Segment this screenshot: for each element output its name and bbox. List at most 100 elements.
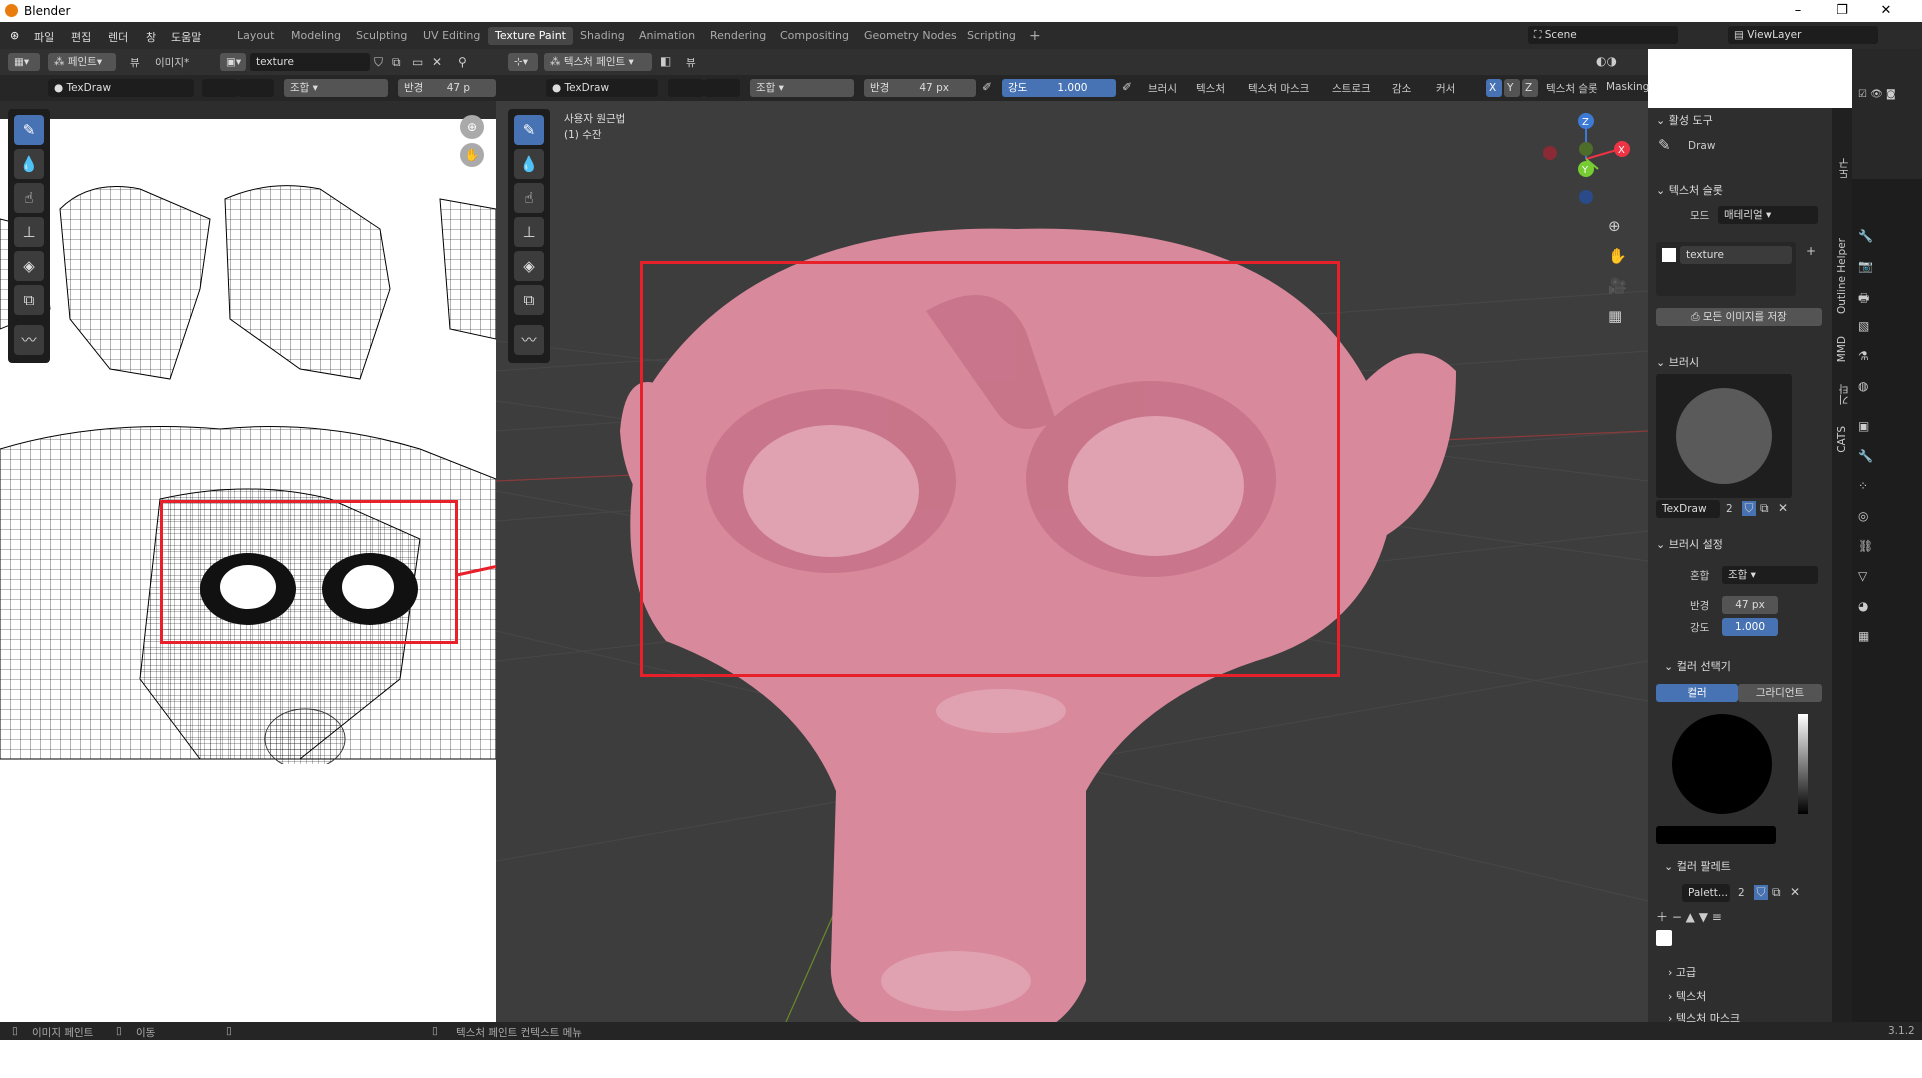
- texture-slot-list[interactable]: texture: [1656, 242, 1796, 296]
- brush-selector-viewport[interactable]: ● TexDraw: [546, 79, 658, 97]
- value-slider[interactable]: [1798, 714, 1808, 814]
- texture-slots-popover[interactable]: 텍스처 슬롯: [1546, 81, 1598, 96]
- strength-pressure-icon[interactable]: ✐: [1122, 80, 1132, 94]
- color-swatch-4[interactable]: [704, 79, 740, 97]
- brush-unlink-icon[interactable]: ✕: [1778, 501, 1788, 515]
- mirror-y-toggle[interactable]: Y: [1504, 79, 1520, 97]
- camera-icon-viewport[interactable]: 🎥: [1608, 277, 1627, 295]
- image-editor-canvas-area[interactable]: ✎ 💧 ☝ ⊥ ◈ ⧉ 〰 ⊕ ✋: [0, 101, 497, 770]
- current-color-swatch[interactable]: [1656, 826, 1776, 844]
- add-slot-icon[interactable]: +: [1806, 244, 1816, 258]
- image-name-field[interactable]: texture: [250, 53, 370, 71]
- zoom-icon-viewport[interactable]: ⊕: [1608, 217, 1621, 235]
- brush-fake-user-icon[interactable]: ⛉: [1742, 501, 1756, 516]
- palette-duplicate-icon[interactable]: ⧉: [1772, 885, 1781, 900]
- mask-tool-viewport[interactable]: ⧉: [514, 285, 544, 315]
- new-image-icon[interactable]: ⧉: [392, 55, 401, 70]
- menu-help[interactable]: 도움말: [171, 29, 201, 45]
- tab-texture-paint[interactable]: Texture Paint: [488, 27, 573, 45]
- palette-name-field[interactable]: Palett...: [1682, 884, 1730, 902]
- advanced-header[interactable]: › 고급: [1668, 964, 1696, 980]
- tab-geometry-nodes[interactable]: Geometry Nodes: [857, 27, 964, 45]
- constraints-tab-icon[interactable]: ⛓: [1858, 539, 1873, 553]
- pan-hand-icon-image[interactable]: ✋: [460, 143, 484, 167]
- outliner-row-visibility-icons[interactable]: ☑ 👁 ◙: [1858, 89, 1896, 100]
- texture-slots-header[interactable]: ⌄ 텍스처 슬롯: [1656, 182, 1723, 198]
- brush-duplicate-icon[interactable]: ⧉: [1760, 501, 1769, 516]
- color-swatch-2[interactable]: [238, 79, 274, 97]
- scene-selector[interactable]: ⛶ Scene: [1528, 26, 1678, 44]
- render-tab-icon[interactable]: 📷: [1858, 259, 1873, 273]
- tab-cats[interactable]: CATS: [1836, 426, 1848, 453]
- save-all-images-button[interactable]: ⎙ 모든 이미지를 저장: [1656, 308, 1822, 326]
- menu-falloff[interactable]: 감소: [1392, 81, 1411, 96]
- color-picker-header[interactable]: ⌄ 컬러 선택기: [1664, 658, 1731, 674]
- color-palette-header[interactable]: ⌄ 컬러 팔레트: [1664, 858, 1731, 874]
- menu-cursor[interactable]: 커서: [1436, 81, 1455, 96]
- scene-tab-icon[interactable]: ⚗: [1858, 349, 1869, 363]
- mask-tool-image[interactable]: ⧉: [14, 285, 44, 315]
- tab-scripting[interactable]: Scripting: [960, 27, 1023, 45]
- grid-view-icon-viewport[interactable]: ▦: [1608, 307, 1622, 325]
- blend-dropdown-viewport[interactable]: 조합 ▾: [750, 79, 854, 97]
- brush-panel-header[interactable]: ⌄ 브러시: [1656, 354, 1699, 370]
- masking-popover[interactable]: Masking: [1606, 81, 1649, 93]
- output-tab-icon[interactable]: 🖶: [1858, 289, 1869, 310]
- menu-file[interactable]: 파일: [34, 29, 54, 45]
- menu-render[interactable]: 렌더: [108, 29, 128, 45]
- slot-mode-dropdown[interactable]: 매테리얼 ▾: [1718, 206, 1818, 224]
- brush-name-field[interactable]: TexDraw: [1656, 500, 1720, 518]
- menu-stroke[interactable]: 스트로크: [1332, 81, 1371, 96]
- material-tab-icon[interactable]: ◕: [1858, 599, 1868, 613]
- modifier-tab-icon[interactable]: 🔧: [1858, 449, 1873, 463]
- tab-misc[interactable]: 기타: [1836, 384, 1851, 405]
- tab-animation[interactable]: Animation: [632, 27, 702, 45]
- fill-tool-viewport[interactable]: ◈: [514, 251, 544, 281]
- mirror-z-toggle[interactable]: Z: [1522, 79, 1538, 97]
- draw-tool-image[interactable]: ✎: [14, 115, 44, 145]
- menu-brush[interactable]: 브러시: [1148, 81, 1177, 96]
- clone-tool-image[interactable]: ⊥: [14, 217, 44, 247]
- tab-outline-helper[interactable]: Outline Helper: [1836, 238, 1848, 314]
- active-tool-header[interactable]: ⌄ 활성 도구: [1656, 112, 1713, 128]
- paint-mode-dropdown[interactable]: ⁂ 페인트▾: [48, 53, 116, 71]
- draw-tool-viewport[interactable]: ✎: [514, 115, 544, 145]
- palette-add-icon[interactable]: ＋ − ▲ ▼ ≡: [1656, 908, 1722, 925]
- tab-compositing[interactable]: Compositing: [773, 27, 856, 45]
- tab-sculpting[interactable]: Sculpting: [349, 27, 414, 45]
- object-tab-icon[interactable]: ▣: [1858, 419, 1869, 433]
- pin-icon[interactable]: ⚲: [458, 55, 467, 69]
- menu-window[interactable]: 창: [146, 29, 156, 45]
- tab-mmd[interactable]: MMD: [1836, 336, 1848, 362]
- radius-pressure-icon[interactable]: ✐: [982, 80, 992, 94]
- menu-view-image[interactable]: 뷰: [130, 55, 140, 70]
- outliner[interactable]: ☑ 👁 ◙: [1852, 49, 1922, 179]
- color-wheel[interactable]: [1672, 714, 1772, 814]
- editor-type-button[interactable]: ▦▾: [8, 53, 40, 71]
- mirror-x-toggle[interactable]: X: [1486, 79, 1502, 97]
- physics-tab-icon[interactable]: ◎: [1858, 509, 1868, 523]
- brush-selector-image[interactable]: ● TexDraw: [48, 79, 194, 97]
- texture-header[interactable]: › 텍스처: [1668, 988, 1706, 1004]
- data-tab-icon[interactable]: ▽: [1858, 569, 1867, 583]
- unlink-image-icon[interactable]: ✕: [432, 55, 442, 69]
- particles-tab-icon[interactable]: ⁘: [1858, 479, 1868, 493]
- fake-user-icon[interactable]: ⛉: [374, 55, 383, 70]
- blend-dropdown-prop[interactable]: 조합 ▾: [1722, 566, 1818, 584]
- add-workspace-button[interactable]: +: [1022, 27, 1048, 45]
- minimize-button[interactable]: –: [1778, 0, 1818, 22]
- tab-tool[interactable]: 도구: [1836, 158, 1851, 179]
- viewport-shading-icon[interactable]: ◐◑: [1596, 54, 1617, 68]
- tab-uv-editing[interactable]: UV Editing: [416, 27, 487, 45]
- zoom-icon-image[interactable]: ⊕: [460, 115, 484, 139]
- view-layer-tab-icon[interactable]: ▧: [1858, 319, 1869, 333]
- tool-tab-icon[interactable]: 🔧: [1858, 229, 1873, 243]
- pan-hand-icon-viewport[interactable]: ✋: [1608, 247, 1627, 265]
- tab-layout[interactable]: Layout: [230, 27, 281, 45]
- tab-shading[interactable]: Shading: [573, 27, 632, 45]
- color-tab[interactable]: 컬러: [1656, 684, 1738, 702]
- annotate-tool-viewport[interactable]: 〰: [514, 325, 544, 355]
- palette-fake-user-icon[interactable]: ⛉: [1754, 885, 1768, 900]
- blend-dropdown-image[interactable]: 조합 ▾: [284, 79, 388, 97]
- radius-field-image[interactable]: 반경 47 p: [398, 79, 496, 97]
